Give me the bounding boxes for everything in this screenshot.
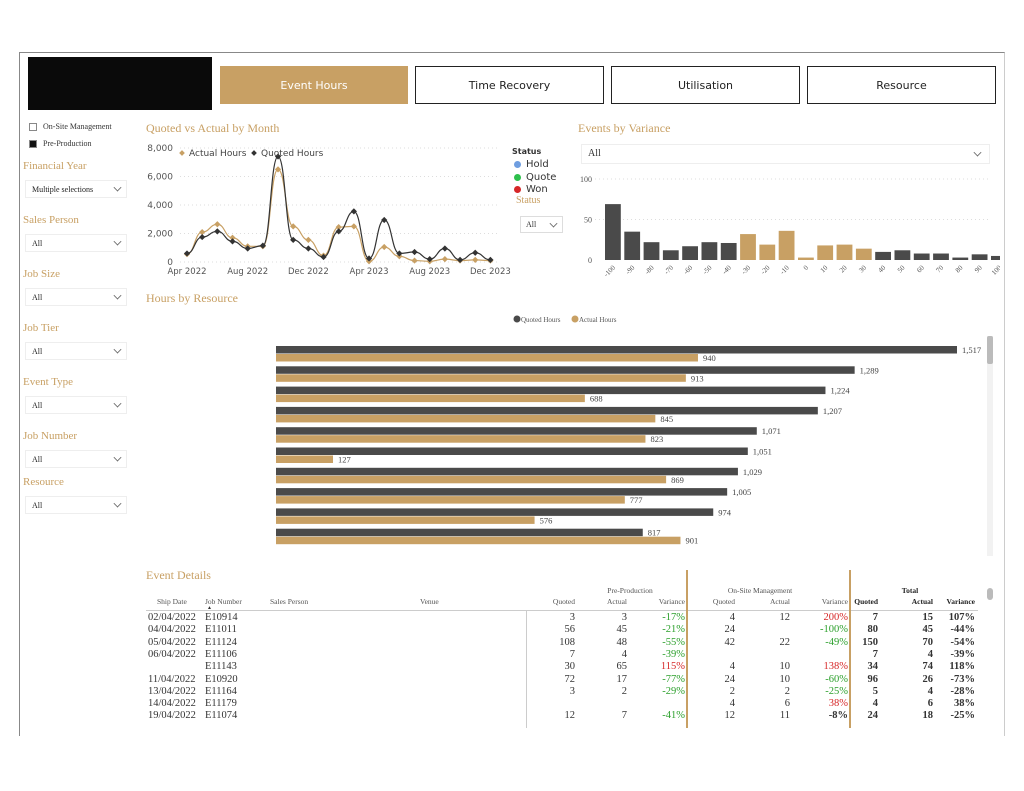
cell-actual: 7 xyxy=(621,710,627,722)
cell-actual: 2 xyxy=(784,685,790,697)
cell-quoted: 2 xyxy=(729,685,735,697)
cell-actual: 2 xyxy=(621,685,627,697)
cell-job-number: E11143 xyxy=(205,661,237,673)
cell-quoted: 24 xyxy=(867,710,879,722)
table-row[interactable]: 11/04/2022 E10920 72 17 -77% 24 10 -60% 96 26 -73% xyxy=(0,674,1000,686)
cell-quoted: 34 xyxy=(867,661,879,673)
cell-quoted: 150 xyxy=(862,636,878,648)
cell-actual: 10 xyxy=(779,673,791,685)
column-group-header: Total xyxy=(901,586,919,595)
cell-quoted: 72 xyxy=(564,673,576,685)
cell-ship-date: 02/04/2022 xyxy=(148,612,196,623)
cell-actual: 4 xyxy=(621,648,627,660)
cell-ship-date: 04/04/2022 xyxy=(148,624,196,636)
column-header[interactable]: Actual xyxy=(567,597,627,606)
cell-job-number: E11106 xyxy=(205,648,237,660)
cell-variance: -25% xyxy=(950,710,976,722)
cell-job-number: E11074 xyxy=(205,710,238,722)
cell-variance: -39% xyxy=(662,648,685,660)
column-group-header: On-Site Management xyxy=(727,586,793,595)
cell-quoted: 24 xyxy=(724,624,736,636)
table-row[interactable]: 05/04/2022 E11124 108 48 -55% 42 22 -49% 150 70 -5… xyxy=(0,637,1000,649)
cell-variance: 38% xyxy=(954,698,975,710)
cell-quoted: 56 xyxy=(564,624,576,636)
cell-job-number: E11164 xyxy=(205,685,237,697)
header-divider xyxy=(146,610,978,611)
cell-job-number: E10914 xyxy=(205,612,238,623)
table-row[interactable]: 06/04/2022 E11106 7 4 -39% 7 4 -39% xyxy=(0,649,1000,661)
cell-quoted: 12 xyxy=(724,710,736,722)
cell-actual: 10 xyxy=(779,661,791,673)
cell-ship-date: 19/04/2022 xyxy=(148,710,196,722)
column-header[interactable]: Job Number xyxy=(205,597,242,606)
column-header[interactable]: Venue xyxy=(420,597,439,606)
table-row[interactable]: E11143 30 65 115% 4 10 138% 34 74 118% xyxy=(0,661,1000,673)
cell-quoted: 7 xyxy=(872,648,878,660)
column-group-header: Pre-Production xyxy=(607,586,653,595)
cell-quoted: 4 xyxy=(872,698,878,710)
cell-quoted: 3 xyxy=(569,685,575,697)
cell-quoted: 7 xyxy=(872,612,878,623)
column-header[interactable]: Sales Person xyxy=(270,597,308,606)
cell-ship-date: 13/04/2022 xyxy=(148,685,196,697)
cell-actual: 17 xyxy=(616,673,628,685)
cell-variance: -44% xyxy=(950,624,976,636)
column-header[interactable]: Quoted xyxy=(675,597,735,606)
cell-actual: 11 xyxy=(779,710,790,722)
cell-variance: 118% xyxy=(949,661,975,673)
column-header[interactable]: Actual xyxy=(730,597,790,606)
cell-quoted: 4 xyxy=(729,661,735,673)
cell-quoted: 30 xyxy=(564,661,576,673)
table-row[interactable]: 13/04/2022 E11164 3 2 -29% 2 2 -25% 5 4 -28% xyxy=(0,686,1000,698)
cell-variance: -28% xyxy=(950,685,976,697)
cell-variance: -54% xyxy=(950,636,976,648)
cell-actual: 65 xyxy=(616,661,628,673)
cell-ship-date: 06/04/2022 xyxy=(148,648,196,660)
cell-quoted: 4 xyxy=(729,612,735,623)
cell-variance: -39% xyxy=(950,648,976,660)
cell-variance: -73% xyxy=(950,673,976,685)
event-details-table: Ship Date Job Number Sales Person Venue Quot… xyxy=(0,0,1024,728)
column-header[interactable]: Quoted xyxy=(515,597,575,606)
cell-quoted: 80 xyxy=(867,624,879,636)
cell-quoted: 108 xyxy=(559,636,575,648)
cell-ship-date: 05/04/2022 xyxy=(148,636,196,648)
cell-quoted: 4 xyxy=(729,698,735,710)
cell-actual: 3 xyxy=(621,612,627,623)
cell-quoted: 96 xyxy=(867,673,879,685)
table-row[interactable]: 02/04/2022 E10914 3 3 -17% 4 12 200% 7 15 107% xyxy=(0,612,1000,624)
cell-job-number: E11011 xyxy=(205,624,237,636)
column-header[interactable]: Ship Date xyxy=(157,597,187,606)
cell-job-number: E11179 xyxy=(205,698,237,710)
table-row[interactable]: 19/04/2022 E11074 12 7 -41% 12 11 -8% 24 18 -25% xyxy=(0,710,1000,722)
cell-quoted: 5 xyxy=(872,685,878,697)
table-row[interactable]: 14/04/2022 E11179 4 6 38% 4 6 38% xyxy=(0,698,1000,710)
cell-actual: 45 xyxy=(616,624,628,636)
cell-quoted: 12 xyxy=(564,710,576,722)
cell-ship-date: 14/04/2022 xyxy=(148,698,196,710)
cell-quoted: 42 xyxy=(724,636,736,648)
cell-actual: 22 xyxy=(779,636,791,648)
column-header[interactable]: Variance xyxy=(915,597,975,606)
cell-actual: 48 xyxy=(616,636,628,648)
table-scrollbar[interactable] xyxy=(987,588,993,600)
cell-job-number: E11124 xyxy=(205,636,237,648)
cell-variance: 107% xyxy=(948,612,975,623)
cell-quoted: 7 xyxy=(569,648,575,660)
cell-actual: 6 xyxy=(784,698,790,710)
cell-actual: 12 xyxy=(779,612,791,623)
cell-quoted: 24 xyxy=(724,673,736,685)
cell-job-number: E10920 xyxy=(205,673,238,685)
cell-ship-date: 11/04/2022 xyxy=(148,673,196,685)
column-header[interactable]: Quoted xyxy=(818,597,878,606)
cell-quoted: 3 xyxy=(569,612,575,623)
table-row[interactable]: 04/04/2022 E11011 56 45 -21% 24 -100% 80 45 -44% xyxy=(0,624,1000,636)
